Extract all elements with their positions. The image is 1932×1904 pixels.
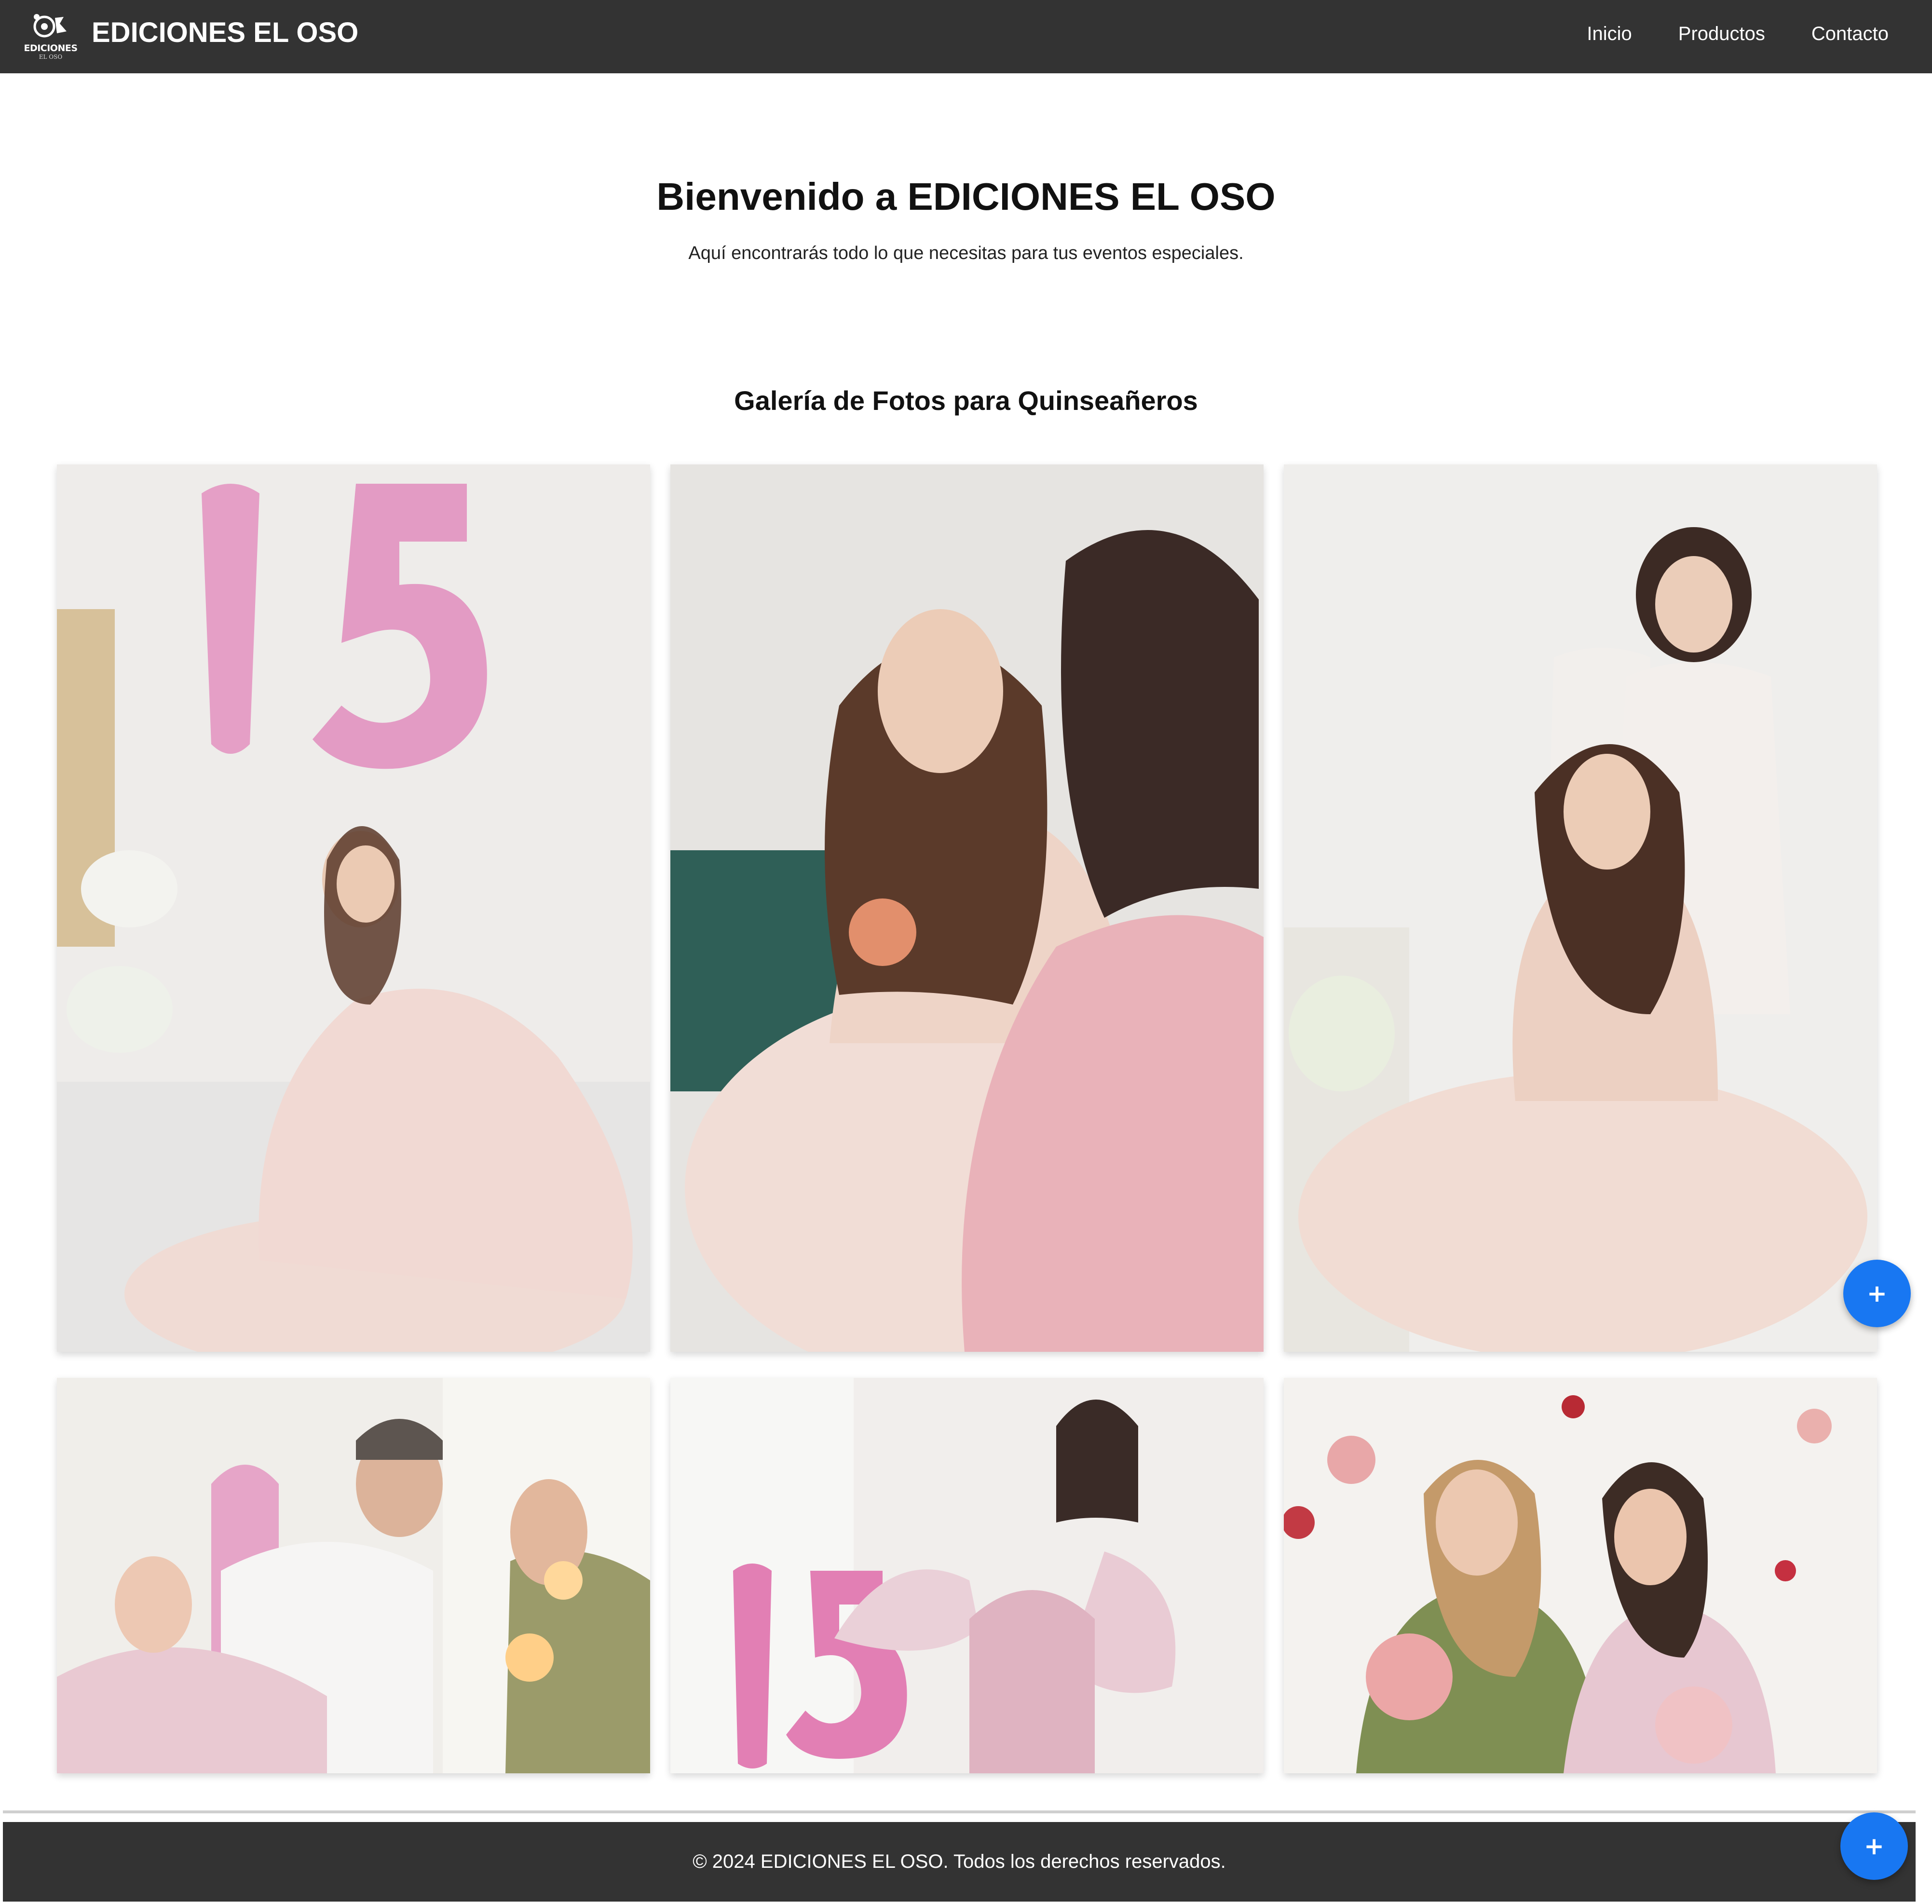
photo-girl-with-mother-standing-icon bbox=[1284, 464, 1877, 1352]
brand-logo[interactable]: EDICIONES EL OSO bbox=[19, 5, 82, 68]
add-button[interactable]: + bbox=[1840, 1812, 1908, 1880]
photo-girl-with-mother-flowers-icon bbox=[1284, 1378, 1877, 1773]
nav-link-inicio[interactable]: Inicio bbox=[1587, 23, 1632, 45]
gallery-title: Galería de Fotos para Quinseañeros bbox=[734, 385, 1198, 416]
logo-text: EDICIONES bbox=[24, 43, 78, 54]
add-button[interactable]: + bbox=[1843, 1260, 1911, 1327]
photo-girl-dancing-15-balloons-icon bbox=[670, 1378, 1264, 1773]
gallery-photo[interactable] bbox=[57, 464, 650, 1352]
photo-girl-with-cake-and-mother-icon bbox=[670, 464, 1264, 1352]
page-footer: © 2024 EDICIONES EL OSO. Todos los derec… bbox=[3, 1822, 1916, 1902]
hero-subtitle: Aquí encontrarás todo lo que necesitas p… bbox=[688, 243, 1244, 263]
bear-logo-icon bbox=[33, 14, 67, 38]
nav-link-contacto[interactable]: Contacto bbox=[1811, 23, 1889, 45]
top-navbar: EDICIONES EL OSO EDICIONES EL OSO Inicio… bbox=[0, 0, 1932, 73]
gallery-photo[interactable] bbox=[1284, 464, 1877, 1352]
gallery-photo[interactable] bbox=[57, 1378, 650, 1773]
gallery-photo[interactable] bbox=[1284, 1378, 1877, 1773]
hero-title: Bienvenido a EDICIONES EL OSO bbox=[656, 175, 1276, 218]
photo-girl-with-15-balloons-icon bbox=[57, 464, 650, 1352]
logo-subtext: EL OSO bbox=[39, 54, 63, 60]
gallery-photo[interactable] bbox=[670, 464, 1264, 1352]
photo-girl-with-father-sparklers-icon bbox=[57, 1378, 650, 1773]
footer-copyright: © 2024 EDICIONES EL OSO. Todos los derec… bbox=[693, 1851, 1226, 1872]
brand-name[interactable]: EDICIONES EL OSO bbox=[92, 16, 358, 49]
nav-link-productos[interactable]: Productos bbox=[1678, 23, 1765, 45]
main-nav: Inicio Productos Contacto bbox=[1587, 23, 1889, 45]
footer-divider bbox=[3, 1810, 1916, 1813]
gallery-photo[interactable] bbox=[670, 1378, 1264, 1773]
